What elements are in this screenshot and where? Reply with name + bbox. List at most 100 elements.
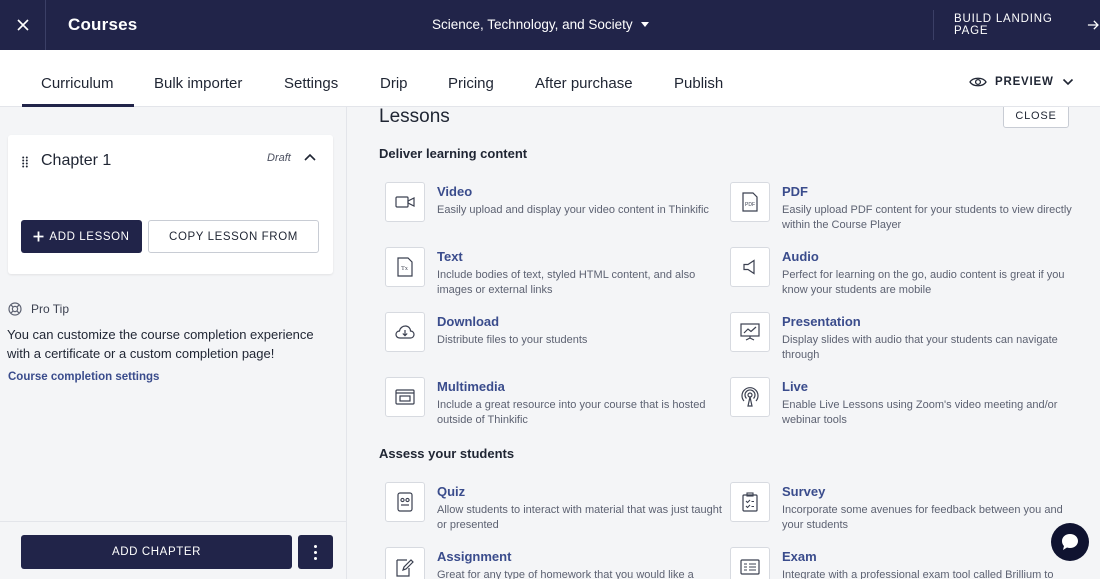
lesson-type-name: Live [782,379,809,394]
lesson-type-name: Survey [782,484,826,499]
lesson-type-name: Multimedia [437,379,505,394]
tab-pricing[interactable]: Pricing [448,75,494,92]
assess-section-title: Assess your students [379,446,515,461]
sidebar-footer: ADD CHAPTER [0,521,346,579]
chevron-down-icon [1062,78,1073,86]
add-lesson-label: ADD LESSON [49,230,130,243]
lesson-type-name: Download [437,314,500,329]
top-bar: Courses Science, Technology, and Society… [0,0,1100,50]
pro-tip-header: Pro Tip [8,302,69,316]
lesson-type-desc: Integrate with a professional exam tool … [782,569,1054,579]
lessons-panel: Lessons CLOSE Deliver learning content V… [347,107,1100,579]
build-landing-page-label: BUILD LANDING PAGE [954,13,1053,37]
course-completion-settings-link[interactable]: Course completion settings [8,371,159,383]
pro-tip-heading: Pro Tip [31,302,70,316]
copy-lesson-from-button[interactable]: COPY LESSON FROM [148,220,319,253]
quiz-icon [385,482,425,522]
lesson-type-text[interactable]: Tx Text Include bodies of text, styled H… [385,247,725,307]
lesson-type-name: Text [437,249,463,264]
close-lessons-button[interactable]: CLOSE [1003,107,1069,128]
tab-drip[interactable]: Drip [380,75,408,92]
video-icon [385,182,425,222]
survey-clipboard-icon [730,482,770,522]
lesson-type-presentation[interactable]: Presentation Display slides with audio t… [730,312,1070,372]
lesson-type-video[interactable]: Video Easily upload and display your vid… [385,182,725,242]
lesson-type-desc: Easily upload PDF content for your stude… [782,204,1072,231]
lesson-type-name: Audio [782,249,819,264]
tab-curriculum[interactable]: Curriculum [41,75,114,92]
lesson-type-desc: Enable Live Lessons using Zoom's video m… [782,399,1058,426]
live-broadcast-icon [730,377,770,417]
chapter-card: Chapter 1 Draft ADD LESSON COPY LESSON F… [8,135,333,274]
course-selector[interactable]: Science, Technology, and Society [432,17,649,32]
pdf-icon: PDF [730,182,770,222]
tab-settings[interactable]: Settings [284,75,338,92]
lesson-type-multimedia[interactable]: Multimedia Include a great resource into… [385,377,725,437]
pro-tip-body: You can customize the course completion … [7,327,314,361]
lesson-type-name: Video [437,184,473,199]
audio-icon [730,247,770,287]
exam-icon [730,547,770,579]
multimedia-icon [385,377,425,417]
text-icon-label: Tx [401,266,408,272]
eye-icon [969,77,987,87]
tab-after-purchase[interactable]: After purchase [535,75,633,92]
preview-button[interactable]: PREVIEW [969,76,1074,88]
add-lesson-button[interactable]: ADD LESSON [21,220,142,253]
drag-handle-icon[interactable] [22,156,28,168]
chapter-title[interactable]: Chapter 1 [41,152,111,170]
lesson-type-quiz[interactable]: Quiz Allow students to interact with mat… [385,482,725,542]
dot [314,544,317,548]
lesson-type-name: Quiz [437,484,466,499]
lesson-type-desc: Include a great resource into your cours… [437,399,706,426]
copy-lesson-label: COPY LESSON FROM [169,230,298,243]
build-landing-page-button[interactable]: BUILD LANDING PAGE [933,10,1100,40]
dot [314,556,317,560]
lesson-type-exam[interactable]: Exam Integrate with a professional exam … [730,547,1070,579]
lesson-type-name: Assignment [437,549,512,564]
lesson-type-assignment[interactable]: Assignment Great for any type of homewor… [385,547,725,579]
more-options-button[interactable] [298,535,333,569]
lesson-type-desc: Perfect for learning on the go, audio co… [782,269,1065,296]
chapter-status-badge: Draft [267,152,291,164]
lessons-panel-title: Lessons [379,107,450,127]
cloud-download-icon [385,312,425,352]
presentation-icon [730,312,770,352]
add-chapter-label: ADD CHAPTER [111,546,202,558]
close-icon[interactable] [0,0,46,50]
lesson-type-survey[interactable]: Survey Incorporate some avenues for feed… [730,482,1070,542]
lesson-type-live[interactable]: Live Enable Live Lessons using Zoom's vi… [730,377,1070,437]
course-selector-label: Science, Technology, and Society [432,17,633,32]
lesson-type-desc: Incorporate some avenues for feedback be… [782,504,1063,531]
lesson-type-desc: Great for any type of homework that you … [437,569,694,579]
tab-publish[interactable]: Publish [674,75,723,92]
lesson-type-download[interactable]: Download Distribute files to your studen… [385,312,725,372]
text-icon: Tx [385,247,425,287]
app-title: Courses [68,15,138,34]
arrow-right-icon [1088,20,1100,30]
lesson-type-desc: Allow students to interact with material… [437,504,722,531]
curriculum-sidebar: Chapter 1 Draft ADD LESSON COPY LESSON F… [0,107,347,579]
assignment-icon [385,547,425,579]
lesson-type-desc: Distribute files to your students [437,334,588,346]
preview-label: PREVIEW [995,76,1054,88]
lesson-type-pdf[interactable]: PDF PDF Easily upload PDF content for yo… [730,182,1072,242]
tab-bulk-importer[interactable]: Bulk importer [154,75,242,92]
plus-icon [33,231,44,242]
chat-icon [1062,534,1078,550]
pdf-icon-label: PDF [745,202,755,208]
lesson-type-desc: Easily upload and display your video con… [437,204,709,216]
deliver-section-title: Deliver learning content [379,146,528,161]
lesson-type-name: Presentation [782,314,861,329]
chevron-up-icon[interactable] [303,152,317,162]
lifebuoy-icon [8,302,22,316]
lesson-type-name: PDF [782,184,808,199]
lesson-type-name: Exam [782,549,817,564]
add-chapter-button[interactable]: ADD CHAPTER [21,535,292,569]
lesson-type-desc: Display slides with audio that your stud… [782,334,1058,361]
chat-support-button[interactable] [1051,523,1089,561]
lesson-type-desc: Include bodies of text, styled HTML cont… [437,269,696,296]
caret-down-icon [640,22,649,27]
tab-bar: Curriculum Bulk importer Settings Drip P… [0,50,1100,107]
lesson-type-audio[interactable]: Audio Perfect for learning on the go, au… [730,247,1070,307]
